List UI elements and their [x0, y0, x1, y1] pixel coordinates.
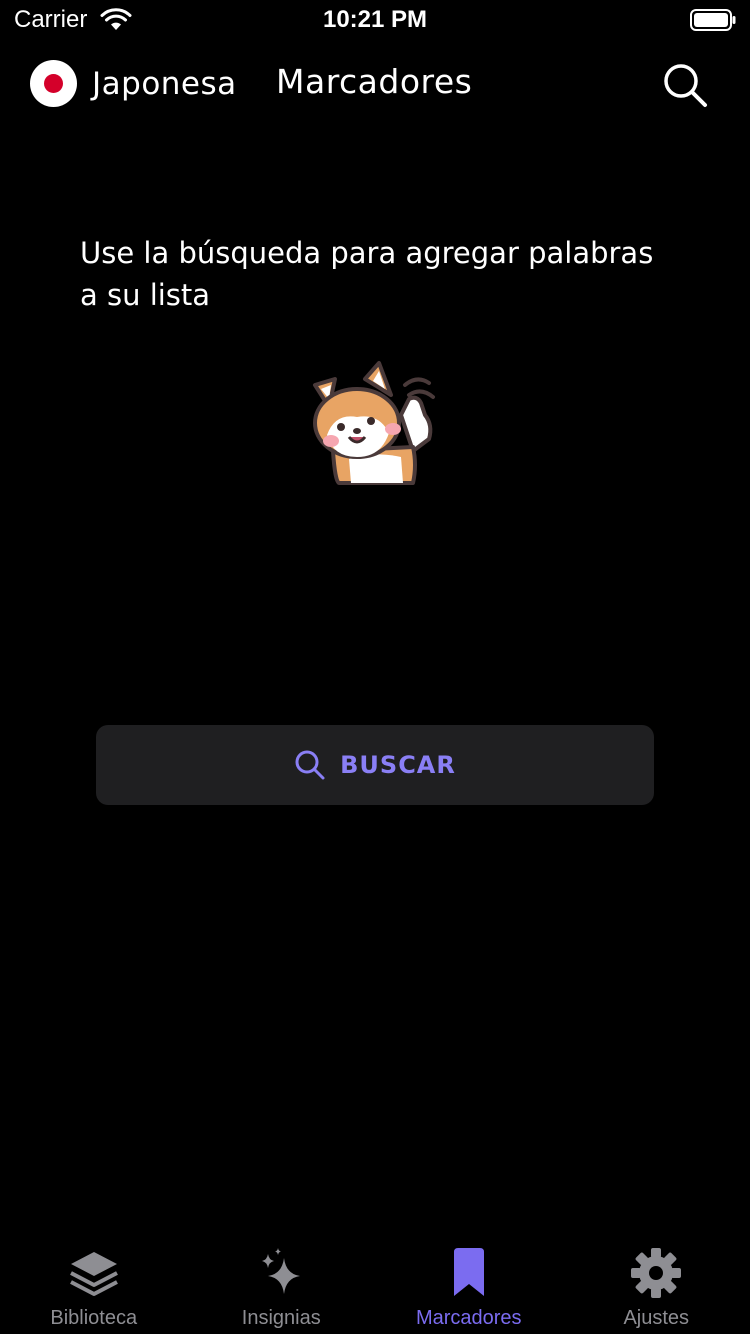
bookmark-icon: [453, 1248, 484, 1296]
search-icon[interactable]: [660, 60, 710, 110]
status-bar: Carrier 10:21 PM: [0, 0, 750, 40]
battery-icon: [690, 9, 736, 31]
japan-flag-icon: [30, 60, 77, 107]
tab-label: Biblioteca: [50, 1307, 138, 1329]
tab-insignias[interactable]: Insignias: [188, 1230, 376, 1334]
search-button[interactable]: BUSCAR: [96, 725, 654, 805]
clock: 10:21 PM: [322, 6, 428, 33]
nav-bar: Japonesa Marcadores: [0, 48, 750, 122]
stack-layers-icon: [69, 1252, 118, 1296]
empty-state-message: Use la búsqueda para agregar palabras a …: [80, 236, 654, 312]
shiba-mascot-illustration: [313, 361, 435, 485]
sparkle-icon: [262, 1248, 301, 1294]
tab-label: Insignias: [241, 1307, 321, 1329]
tab-ajustes[interactable]: Ajustes: [563, 1230, 750, 1334]
tab-biblioteca[interactable]: Biblioteca: [0, 1230, 188, 1334]
language-selector-button[interactable]: Japonesa: [30, 60, 237, 107]
gear-icon: [631, 1248, 682, 1298]
search-icon: [295, 750, 325, 780]
tab-marcadores[interactable]: Marcadores: [375, 1230, 563, 1334]
tab-label: Ajustes: [623, 1307, 690, 1329]
language-label: Japonesa: [92, 65, 237, 102]
tab-bar: Biblioteca Insignias Marcadores Ajustes: [0, 1230, 750, 1334]
tab-label: Marcadores: [415, 1307, 522, 1329]
page-title: Marcadores: [276, 62, 473, 101]
search-button-label: BUSCAR: [340, 751, 456, 779]
